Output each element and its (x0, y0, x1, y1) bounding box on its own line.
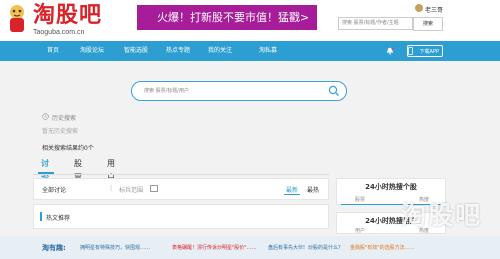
ticker-brand: 淘有趣: (42, 244, 66, 252)
accent-bar (40, 212, 42, 221)
search-input[interactable]: 搜索 股票/标题/用户 (131, 81, 347, 101)
promo-banner[interactable]: 火爆！打新股不要市值！猛戳> (137, 5, 317, 30)
nav-item-stock-picker[interactable]: 智能选股 (124, 41, 148, 61)
main-nav: 首页 淘股论坛 智能选股 热点专题 我的关注 淘私募 下载APP (0, 41, 500, 61)
watermark: 淘股吧 (401, 201, 483, 230)
nav-item-private-fund[interactable]: 淘私募 (259, 41, 277, 61)
hot-stocks-tab-stock[interactable]: 股票 (355, 196, 365, 203)
phone-icon (408, 47, 413, 55)
search-icon[interactable] (328, 85, 340, 97)
search-placeholder: 搜索 股票/标题/用户 (144, 88, 189, 94)
chevron-down-icon[interactable] (150, 185, 158, 192)
nav-item-forum[interactable]: 淘股论坛 (80, 41, 104, 61)
logo-text: 淘股吧 (33, 3, 103, 28)
result-count: 相关搜索结果约0个 (42, 145, 94, 152)
top-search-button[interactable]: 搜索 (413, 17, 443, 31)
nav-item-home[interactable]: 首页 (47, 41, 59, 61)
logo-site: Taoguba.com.cn (33, 29, 85, 36)
history-label: 历史搜索 (52, 115, 77, 122)
ticker-link[interactable]: 盘后有事先大伙! (268, 244, 305, 251)
clock-icon (42, 113, 49, 120)
hot-stocks-title: 24小时热搜个股 (365, 183, 417, 191)
nav-item-topics[interactable]: 热点专题 (166, 41, 190, 61)
bottom-ticker: 淘有趣: 拥明星有特殊技巧，快围观…… 表格碾醒！漂行传诉炒明星"股价"…… 盘… (0, 236, 500, 259)
sort-newest[interactable]: 最新 (286, 185, 298, 194)
ticker-link[interactable]: 拥明星有特殊技巧，快围观…… (80, 244, 150, 251)
history-empty: 暂无历史搜索 (42, 128, 79, 135)
top-header: 淘股吧 Taoguba.com.cn 火爆！打新股不要市值！猛戳> 老三哥 搜索… (0, 0, 500, 41)
sort-hottest[interactable]: 最热 (307, 185, 319, 194)
avatar[interactable] (415, 4, 423, 12)
sort-active-indicator (284, 194, 300, 195)
filter-label[interactable]: 标兵范围 (119, 185, 143, 194)
hot-users-tab-user[interactable]: 用户 (355, 227, 365, 234)
nav-item-follow[interactable]: 我的关注 (208, 41, 232, 61)
site-logo[interactable]: 淘股吧 Taoguba.com.cn (5, 3, 155, 39)
username[interactable]: 老三哥 (425, 5, 443, 14)
all-discussion-label[interactable]: 全部讨论 (42, 185, 66, 194)
ticker-link[interactable]: 表格碾醒！漂行传诉炒明星"股价"…… (172, 244, 257, 251)
mascot-icon (10, 5, 24, 32)
recommend-title: 热文推荐 (46, 215, 71, 222)
ticker-link[interactable]: 炒股的是什么？ (308, 244, 343, 251)
top-search-input[interactable]: 搜索 股票/标题/作者/主题 (338, 17, 413, 30)
ticker-link[interactable]: 金融股"有效"的选股方法…… (350, 244, 415, 251)
divider (33, 174, 329, 175)
discussion-panel: 全部讨论 | 标兵范围 最新 最热 (33, 178, 329, 200)
separator: | (110, 185, 113, 192)
bell-icon[interactable] (386, 47, 394, 55)
recommend-panel: 热文推荐 (33, 204, 329, 229)
